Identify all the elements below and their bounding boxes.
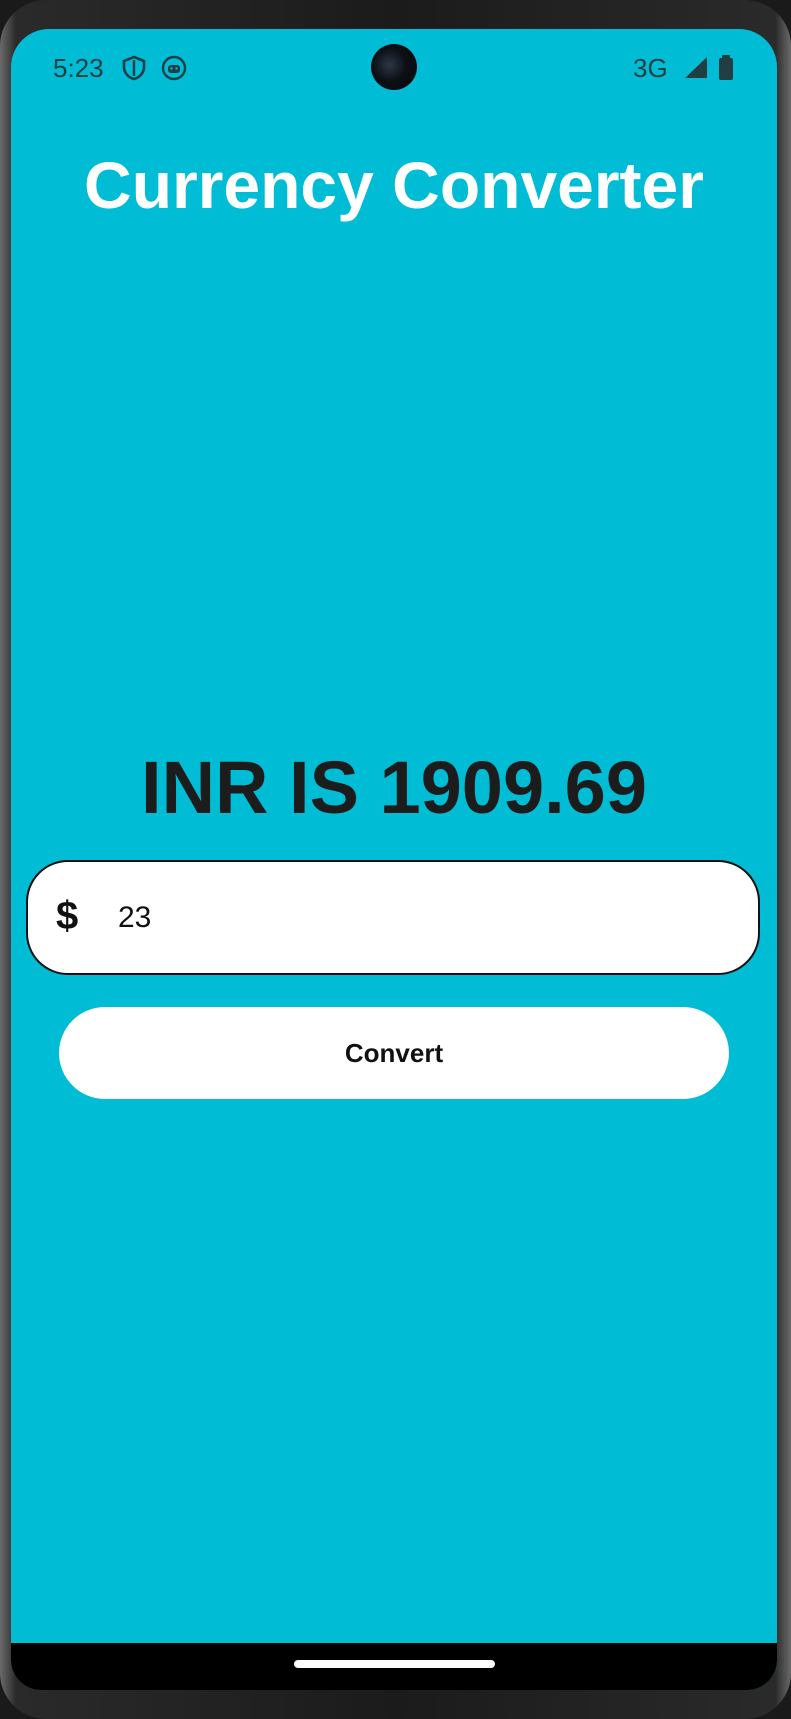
app-title: Currency Converter xyxy=(84,148,704,222)
navigation-bar xyxy=(11,1643,777,1690)
device-frame: 5:23 3G Currency Converter INR IS 1909.6… xyxy=(0,0,791,1719)
network-type: 3G xyxy=(633,53,668,83)
signal-icon xyxy=(683,55,709,81)
amount-field[interactable]: $ xyxy=(26,860,760,975)
dollar-sign-icon: $ xyxy=(56,894,79,938)
convert-button[interactable]: Convert xyxy=(59,1007,729,1099)
status-bar: 5:23 3G xyxy=(11,29,777,99)
battery-icon xyxy=(716,55,742,81)
app-screen: 5:23 3G Currency Converter INR IS 1909.6… xyxy=(11,29,777,1690)
amount-input[interactable] xyxy=(116,888,720,948)
front-camera xyxy=(371,44,417,90)
status-time: 5:23 xyxy=(53,53,104,83)
shield-icon xyxy=(121,55,147,81)
android-icon xyxy=(161,55,187,81)
conversion-result: INR IS 1909.69 xyxy=(141,746,647,829)
home-handle[interactable] xyxy=(294,1660,495,1668)
